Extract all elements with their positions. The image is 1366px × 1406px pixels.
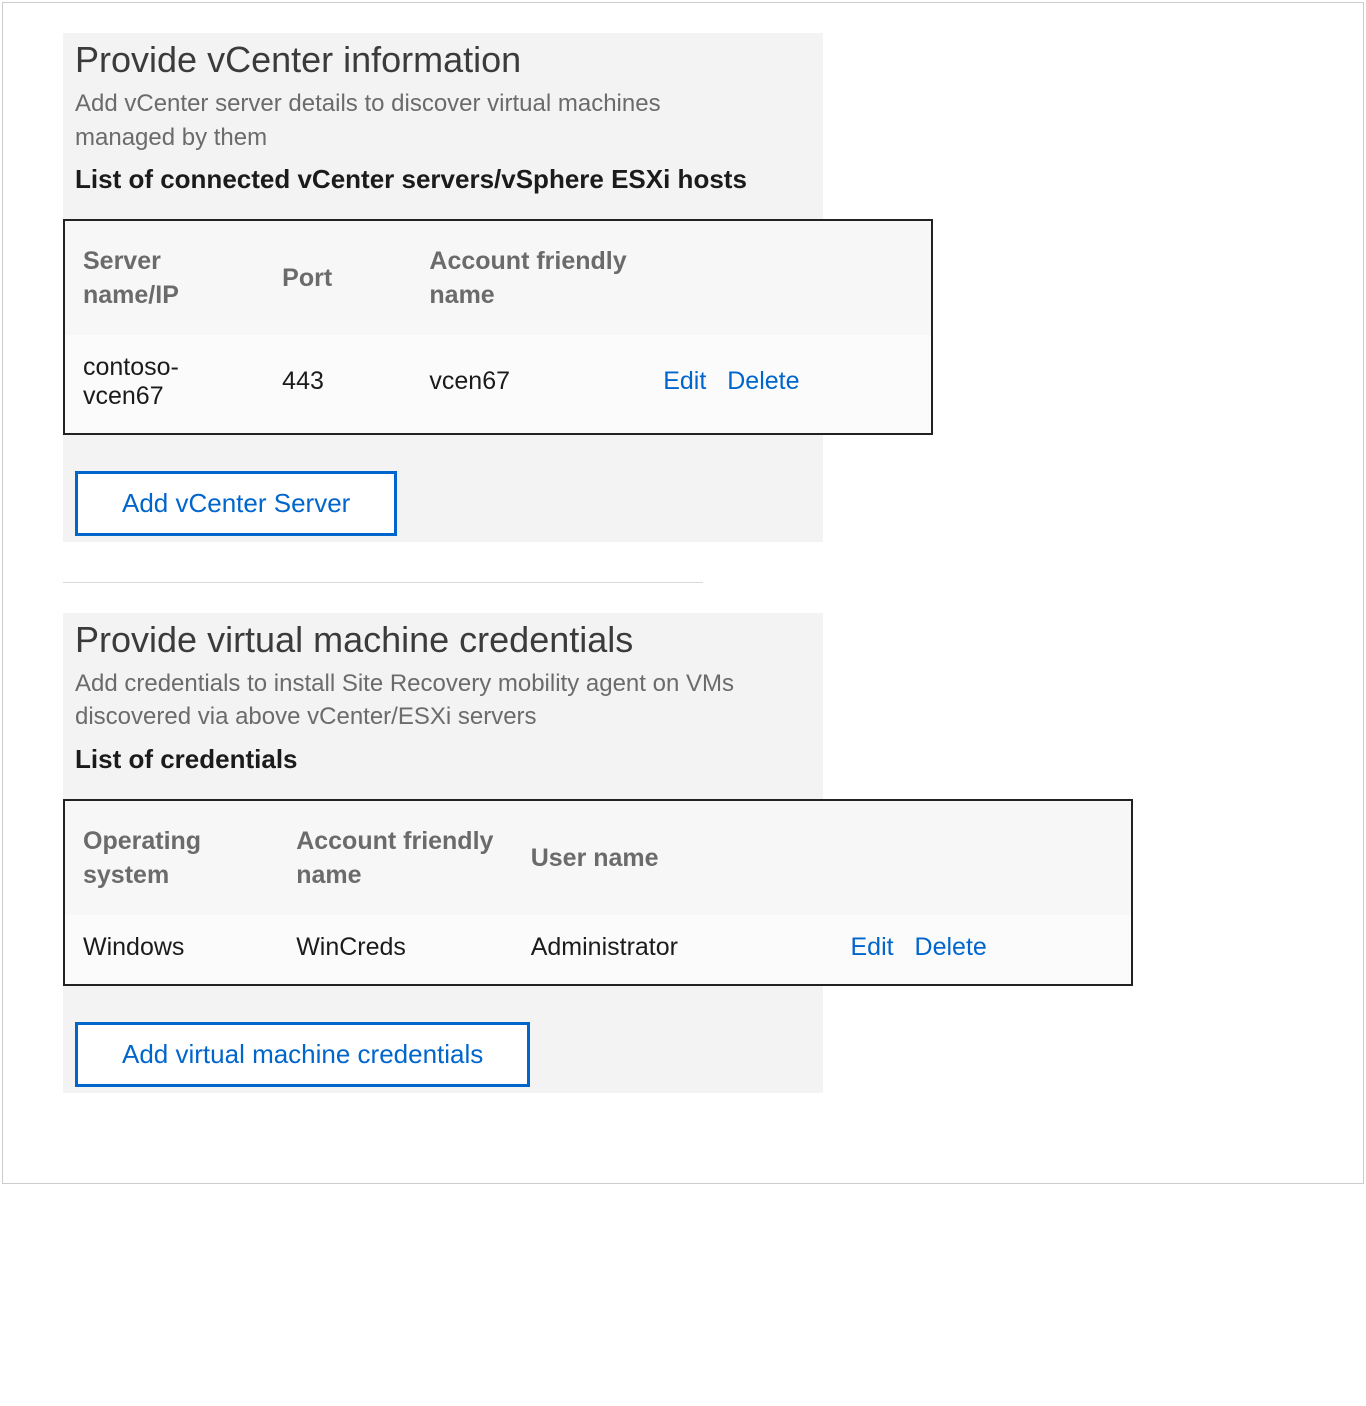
add-vcenter-button[interactable]: Add vCenter Server [75,471,397,536]
section-divider [63,582,703,583]
config-panel: Provide vCenter information Add vCenter … [2,2,1364,1184]
vcenter-header-block: Provide vCenter information Add vCenter … [63,33,823,542]
vcenter-subtitle: List of connected vCenter servers/vSpher… [63,162,763,197]
credentials-desc: Add credentials to install Site Recovery… [63,667,763,734]
vcenter-title: Provide vCenter information [63,39,823,81]
vcenter-table-container: Server name/IP Port Account friendly nam… [63,219,933,435]
vcenter-table: Server name/IP Port Account friendly nam… [65,221,931,433]
edit-link[interactable]: Edit [663,367,706,395]
vcenter-desc: Add vCenter server details to discover v… [63,87,763,154]
col-port: Port [264,221,411,335]
col-user: User name [513,801,833,915]
delete-link[interactable]: Delete [727,367,799,395]
credentials-section: Provide virtual machine credentials Add … [63,613,1303,1093]
delete-link[interactable]: Delete [915,933,987,961]
col-account: Account friendly name [411,221,645,335]
vcenter-section: Provide vCenter information Add vCenter … [63,33,1303,542]
credentials-subtitle: List of credentials [63,742,763,777]
credentials-table: Operating system Account friendly name U… [65,801,1131,984]
col-actions [645,221,931,335]
credentials-table-container: Operating system Account friendly name U… [63,799,1133,986]
add-credentials-button[interactable]: Add virtual machine credentials [75,1022,530,1087]
cell-actions: Edit Delete [645,335,931,433]
credentials-title: Provide virtual machine credentials [63,619,823,661]
col-account: Account friendly name [278,801,513,915]
cell-account: WinCreds [278,915,513,984]
cell-account: vcen67 [411,335,645,433]
edit-link[interactable]: Edit [851,933,894,961]
cell-user: Administrator [513,915,833,984]
credentials-header-block: Provide virtual machine credentials Add … [63,613,823,1093]
cell-port: 443 [264,335,411,433]
col-server: Server name/IP [65,221,264,335]
cell-os: Windows [65,915,278,984]
cell-server: contoso-vcen67 [65,335,264,433]
table-row: Windows WinCreds Administrator Edit Dele… [65,915,1131,984]
col-os: Operating system [65,801,278,915]
col-actions [833,801,1132,915]
cell-actions: Edit Delete [833,915,1132,984]
table-row: contoso-vcen67 443 vcen67 Edit Delete [65,335,931,433]
